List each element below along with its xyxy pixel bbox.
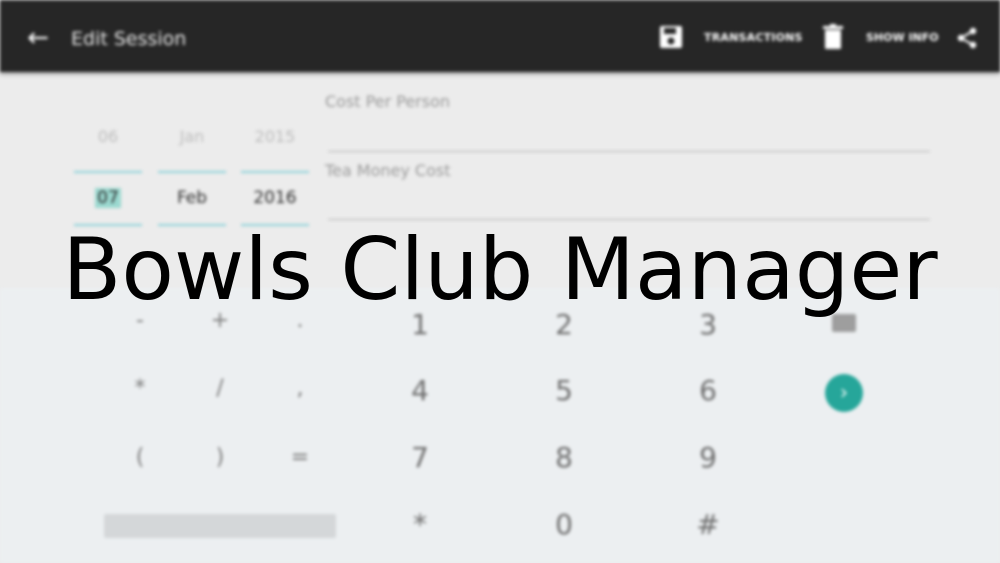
key-asterisk[interactable]: *	[110, 376, 170, 401]
key-star[interactable]: *	[390, 508, 450, 541]
cost-per-person-input[interactable]	[328, 151, 930, 152]
picker-divider	[241, 171, 309, 173]
delete-icon[interactable]	[822, 24, 844, 50]
picker-divider	[158, 171, 226, 173]
day-selected-value[interactable]: 07	[74, 188, 142, 208]
year-prev-value[interactable]: 2015	[241, 127, 309, 146]
day-prev-value[interactable]: 06	[74, 127, 142, 146]
month-prev-value[interactable]: Jan	[158, 127, 226, 146]
year-selected-value[interactable]: 2016	[241, 188, 309, 208]
key-0[interactable]: 0	[534, 508, 594, 541]
key-comma[interactable]: ,	[270, 376, 330, 401]
next-arrow-icon[interactable]: ›	[825, 374, 863, 412]
picker-divider	[74, 171, 142, 173]
key-4[interactable]: 4	[390, 374, 450, 407]
key-9[interactable]: 9	[678, 441, 738, 474]
save-icon[interactable]	[658, 24, 684, 50]
key-close-paren[interactable]: )	[190, 445, 250, 470]
share-icon[interactable]	[955, 26, 979, 50]
key-8[interactable]: 8	[534, 441, 594, 474]
cost-per-person-label: Cost Per Person	[325, 92, 451, 111]
key-open-paren[interactable]: (	[110, 445, 170, 470]
key-7[interactable]: 7	[390, 441, 450, 474]
space-key[interactable]	[104, 514, 336, 538]
key-hash[interactable]: #	[678, 508, 738, 541]
key-5[interactable]: 5	[534, 374, 594, 407]
page-title: Edit Session	[71, 28, 187, 50]
key-slash[interactable]: /	[190, 376, 250, 401]
transactions-button[interactable]: TRANSACTIONS	[704, 30, 803, 46]
key-equals[interactable]: =	[270, 445, 330, 470]
overlay-title: Bowls Club Manager	[62, 220, 938, 320]
key-6[interactable]: 6	[678, 374, 738, 407]
show-info-button[interactable]: SHOW INFO	[866, 30, 939, 46]
app-bar: ← Edit Session TRANSACTIONS SHOW INFO	[0, 0, 1000, 72]
tea-money-cost-label: Tea Money Cost	[325, 161, 451, 180]
month-selected-value[interactable]: Feb	[158, 188, 226, 208]
day-selected-text: 07	[95, 188, 121, 208]
back-arrow-icon[interactable]: ←	[22, 22, 54, 54]
